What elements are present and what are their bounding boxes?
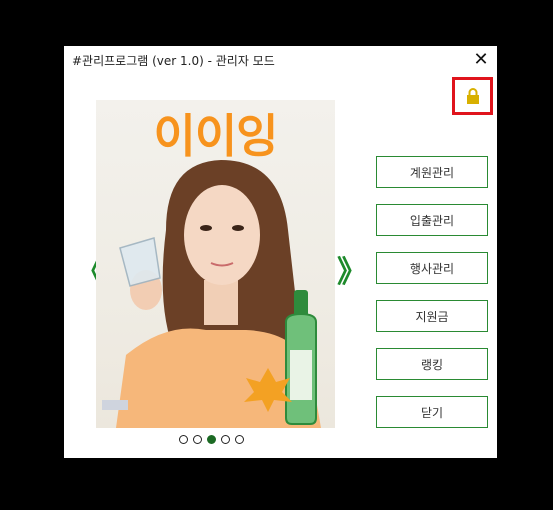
lock-icon [467, 88, 479, 104]
admin-window: #관리프로그램 (ver 1.0) - 관리자 모드 ✕ 《 이이잉 》 계원관… [64, 46, 497, 458]
admin-menu: 계원관리 입출관리 행사관리 지원금 랭킹 닫기 [376, 156, 488, 444]
next-slide-button[interactable]: 》 [337, 258, 367, 288]
close-button[interactable]: 닫기 [376, 396, 488, 428]
slide-dot-4[interactable] [221, 435, 230, 444]
poster-illustration [102, 160, 321, 428]
lock-button[interactable] [452, 77, 493, 115]
window-title: #관리프로그램 (ver 1.0) - 관리자 모드 [72, 54, 275, 68]
slide-dot-3[interactable] [207, 435, 216, 444]
slide-dot-5[interactable] [235, 435, 244, 444]
slide-dot-1[interactable] [179, 435, 188, 444]
slide-dot-2[interactable] [193, 435, 202, 444]
event-management-button[interactable]: 행사관리 [376, 252, 488, 284]
slide-image: 이이잉 [96, 100, 335, 428]
member-management-button[interactable]: 계원관리 [376, 156, 488, 188]
slide-indicator [179, 435, 249, 447]
close-icon[interactable]: ✕ [470, 50, 492, 72]
deposit-withdrawal-button[interactable]: 입출관리 [376, 204, 488, 236]
ranking-button[interactable]: 랭킹 [376, 348, 488, 380]
subsidy-button[interactable]: 지원금 [376, 300, 488, 332]
